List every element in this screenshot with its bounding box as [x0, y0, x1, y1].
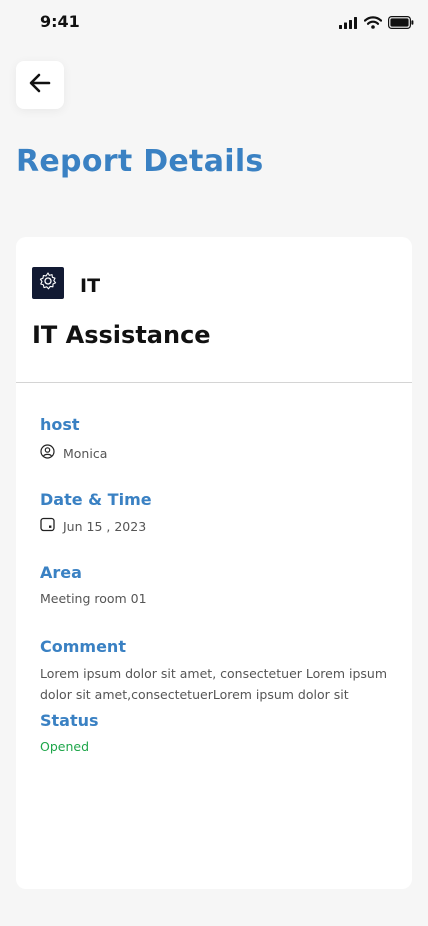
report-card: IT IT Assistance host Monica Date & Time…: [16, 237, 412, 889]
area-label: Area: [40, 563, 82, 582]
battery-icon: [388, 14, 414, 33]
status-bar: 9:41: [0, 0, 428, 44]
status-time: 9:41: [40, 12, 80, 31]
datetime-value: Jun 15 , 2023: [63, 518, 147, 534]
report-title: IT Assistance: [32, 321, 211, 349]
comment-value: Lorem ipsum dolor sit amet, consectetuer…: [40, 666, 387, 702]
status-badge: Opened: [40, 739, 90, 754]
datetime-label: Date & Time: [40, 490, 152, 509]
user-circle-icon: [40, 444, 55, 462]
datetime-value-row: Jun 15 , 2023: [40, 517, 146, 535]
divider: [16, 382, 412, 383]
host-label: host: [40, 415, 80, 434]
status-icons: [339, 14, 414, 33]
settings-gear-icon: [37, 270, 59, 296]
comment-label: Comment: [40, 637, 126, 656]
host-value: Monica: [63, 445, 108, 461]
department-icon: [32, 267, 64, 299]
back-button[interactable]: [16, 61, 64, 109]
page-title: Report Details: [16, 144, 264, 179]
wifi-icon: [363, 14, 383, 33]
status-label: Status: [40, 711, 99, 730]
arrow-left-icon: [27, 70, 53, 100]
signal-icon: [339, 14, 358, 33]
calendar-icon: [40, 517, 55, 535]
area-value: Meeting room 01: [40, 591, 147, 606]
host-value-row: Monica: [40, 444, 107, 462]
department-label: IT: [80, 275, 101, 297]
